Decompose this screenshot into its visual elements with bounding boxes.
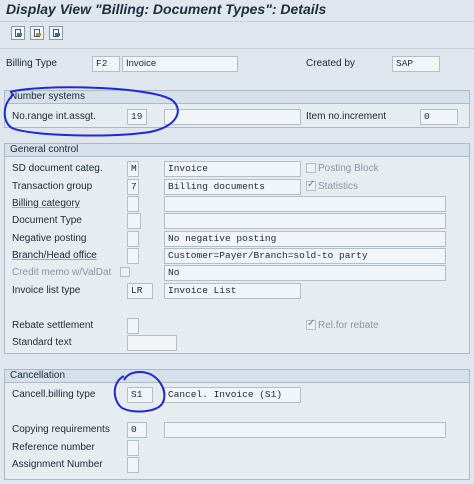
cancel-billing-type-annotation-circle [113, 371, 166, 413]
annotation-overlay [3, 86, 179, 413]
number-systems-annotation-circle [3, 86, 179, 137]
